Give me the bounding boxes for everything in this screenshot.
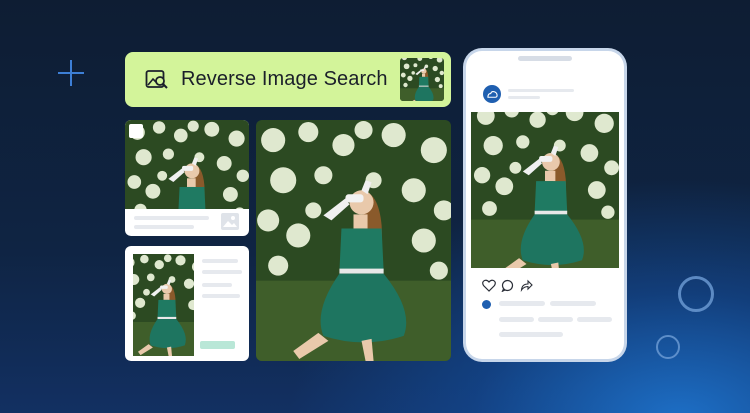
placeholder-line (202, 259, 238, 263)
result-photo (125, 120, 249, 209)
placeholder-line (134, 225, 194, 229)
placeholder-line (202, 283, 232, 287)
result-card[interactable] (125, 120, 249, 236)
search-thumbnail (400, 58, 444, 101)
image-search-icon (145, 68, 169, 92)
phone-notch (518, 56, 572, 61)
ring-decoration-small (656, 335, 680, 359)
placeholder-line (550, 301, 596, 306)
brand-avatar-icon (483, 85, 501, 103)
result-card[interactable] (125, 246, 249, 361)
search-label: Reverse Image Search (181, 68, 388, 90)
select-checkbox[interactable] (129, 124, 143, 138)
comment-icon[interactable] (501, 279, 514, 293)
main-photo (256, 120, 451, 361)
placeholder-line (134, 216, 209, 220)
placeholder-button[interactable] (200, 341, 235, 349)
placeholder-line (499, 332, 563, 337)
brand-avatar-small-icon (482, 300, 491, 309)
placeholder-line (499, 301, 545, 306)
reverse-image-search-bar[interactable]: Reverse Image Search (125, 52, 451, 107)
ring-decoration (678, 276, 714, 312)
placeholder-line (577, 317, 612, 322)
placeholder-line (508, 96, 540, 99)
placeholder-line (202, 294, 240, 298)
plus-decoration-icon (58, 60, 84, 86)
placeholder-line (538, 317, 573, 322)
share-icon[interactable] (520, 279, 533, 292)
placeholder-line (508, 89, 574, 92)
image-icon (221, 213, 239, 230)
placeholder-line (202, 270, 242, 274)
phone-mockup (466, 51, 624, 359)
heart-icon[interactable] (482, 279, 496, 292)
placeholder-line (499, 317, 534, 322)
post-photo (471, 112, 619, 268)
result-photo (133, 254, 194, 356)
